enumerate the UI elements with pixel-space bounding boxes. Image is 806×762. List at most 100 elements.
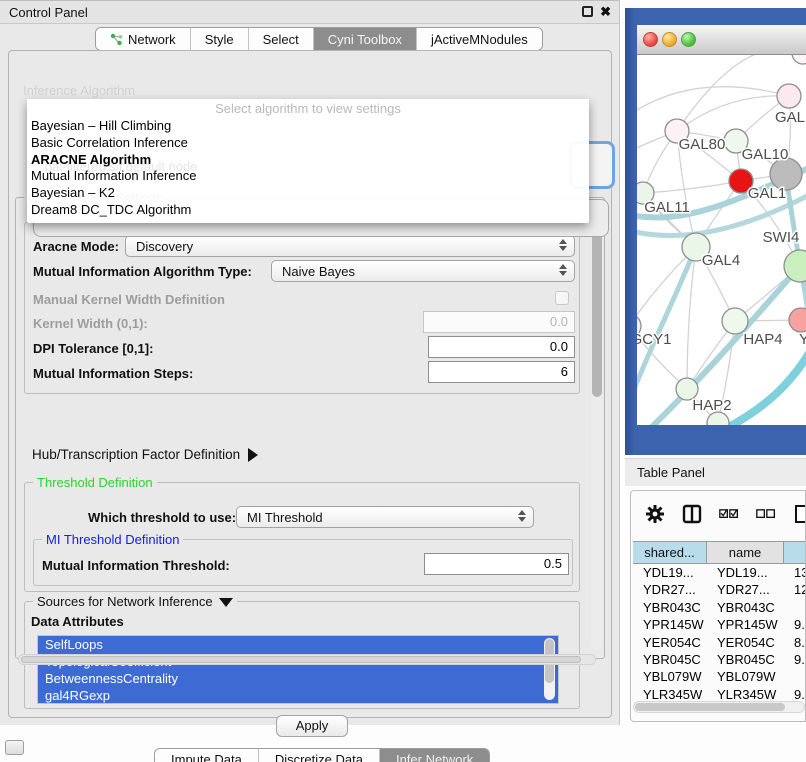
tab-infer-network[interactable]: Infer Network xyxy=(380,749,489,762)
table-cell: YDL19... xyxy=(707,564,784,581)
network-node-label: HAP4 xyxy=(743,331,782,348)
table-cell: YLR345W xyxy=(707,686,784,701)
table-cell: 13 xyxy=(784,564,806,581)
minimized-panel-icon[interactable] xyxy=(5,740,24,755)
table-row[interactable]: YBR045CYBR045C9. xyxy=(633,651,806,668)
tab-select[interactable]: Select xyxy=(249,28,314,50)
network-node-label: GAL80 xyxy=(679,136,726,153)
network-edge xyxy=(677,96,789,131)
tab-cyni-toolbox[interactable]: Cyni Toolbox xyxy=(314,28,417,50)
table-row[interactable]: YLR345WYLR345W9. xyxy=(633,686,806,701)
dpi-tolerance-field[interactable]: 0.0 xyxy=(428,336,575,358)
network-node-label: SWI4 xyxy=(763,229,800,246)
which-threshold-combo[interactable]: MI Threshold xyxy=(236,506,534,528)
data-attribute-item[interactable]: SelfLoops xyxy=(38,636,558,653)
tab-network[interactable]: Network xyxy=(96,28,191,50)
table-cell: YER054C xyxy=(707,634,784,651)
bottom-tab-bar: Impute DataDiscretize DataInfer Network xyxy=(154,748,490,762)
float-window-icon[interactable] xyxy=(582,6,593,17)
network-node-y[interactable] xyxy=(789,308,806,332)
close-icon[interactable]: ✖ xyxy=(600,5,611,18)
mi-algorithm-type-combo[interactable]: Naive Bayes xyxy=(271,260,575,282)
table-cell: YLR345W xyxy=(633,686,707,701)
network-view-window: GALGAL80GAL10GAL1GAL11SWI4GAL4GCY1HAP4YH… xyxy=(625,8,806,455)
network-node-label: GAL10 xyxy=(742,146,789,163)
table-cell: YPR145W xyxy=(707,616,784,633)
table-row[interactable]: YBL079WYBL079W xyxy=(633,668,806,685)
table-row[interactable]: YDL19...YDL19...13 xyxy=(633,564,806,581)
kernel-width-label: Kernel Width (0,1): xyxy=(33,316,148,331)
network-node-label: GAL4 xyxy=(702,252,740,269)
column-header-shared[interactable]: shared... xyxy=(633,542,707,563)
mi-steps-field[interactable]: 6 xyxy=(428,361,575,383)
minimize-traffic-light-icon[interactable] xyxy=(662,32,677,47)
app-stage: Control Panel ✖ NetworkStyleSelectCyni T… xyxy=(0,0,806,762)
table-toolbar xyxy=(631,491,805,537)
zoom-traffic-light-icon[interactable] xyxy=(681,32,696,47)
column-header-a[interactable]: A xyxy=(784,542,806,563)
network-canvas[interactable]: GALGAL80GAL10GAL1GAL11SWI4GAL4GCY1HAP4YH… xyxy=(637,55,806,425)
table-row[interactable]: YBR043CYBR043C xyxy=(633,599,806,616)
column-header-name[interactable]: name xyxy=(707,542,784,563)
network-edge-highlighted xyxy=(725,350,806,425)
close-traffic-light-icon[interactable] xyxy=(643,32,658,47)
table-cell: YDR27... xyxy=(633,581,707,598)
data-attributes-list: SelfLoopsTopologicalCoefficientBetweenne… xyxy=(37,635,559,704)
algorithm-placeholder: Select algorithm to view settings xyxy=(27,101,589,118)
mi-threshold-label: Mutual Information Threshold: xyxy=(42,558,230,573)
collapse-arrow-icon xyxy=(219,598,233,607)
checked-columns-icon[interactable] xyxy=(719,504,739,524)
cyni-toolbox-panel: Inference Algorithm gal-filtered.sif def… xyxy=(8,50,612,718)
table-row[interactable]: YER054CYER054C8. xyxy=(633,634,806,651)
settings-vertical-scrollbar[interactable] xyxy=(591,202,603,650)
expand-arrow-icon xyxy=(248,448,258,462)
hub-definition-toggle[interactable]: Hub/Transcription Factor Definition xyxy=(32,447,258,462)
apply-button[interactable]: Apply xyxy=(276,715,348,737)
network-node[interactable] xyxy=(792,55,806,64)
table-cell: YPR145W xyxy=(633,616,707,633)
ghost-inference-algorithm-label: Inference Algorithm xyxy=(23,83,135,98)
control-panel-titlebar: Control Panel ✖ xyxy=(0,1,619,24)
manual-kernel-label: Manual Kernel Width Definition xyxy=(33,292,225,307)
control-panel-window: Control Panel ✖ NetworkStyleSelectCyni T… xyxy=(0,0,620,725)
algorithm-option[interactable]: Dream8 DC_TDC Algorithm xyxy=(27,202,589,219)
tab-jactivemnodules[interactable]: jActiveMNodules xyxy=(417,28,542,50)
new-table-icon[interactable] xyxy=(793,504,806,524)
aracne-mode-combo[interactable]: Discovery xyxy=(125,235,575,257)
algorithm-option[interactable]: Basic Correlation Inference xyxy=(27,135,589,152)
algorithm-option[interactable]: Bayesian – K2 xyxy=(27,185,589,202)
table-cell: 9. xyxy=(784,686,806,701)
data-attribute-item[interactable]: BetweennessCentrality xyxy=(38,670,558,687)
combo-stepper-icon xyxy=(559,239,567,251)
network-node-label: GAL1 xyxy=(748,185,786,202)
algorithm-option[interactable]: Bayesian – Hill Climbing xyxy=(27,118,589,135)
mi-threshold-definition-group: MI Threshold Definition Mutual Informati… xyxy=(33,539,573,586)
threshold-definition-group: Threshold Definition Which threshold to … xyxy=(24,482,580,592)
mi-threshold-field[interactable]: 0.5 xyxy=(424,553,569,575)
network-node-gal[interactable] xyxy=(777,84,801,108)
control-panel-tab-bar: NetworkStyleSelectCyni ToolboxjActiveMNo… xyxy=(95,27,543,51)
unchecked-columns-icon[interactable] xyxy=(756,504,776,524)
attribute-table: shared...nameA YDL19...YDL19...13YDR27..… xyxy=(633,541,806,701)
tab-style[interactable]: Style xyxy=(191,28,249,50)
combo-stepper-icon xyxy=(518,510,526,522)
ghost-default-node-label: gal-filtered.sif default node xyxy=(45,159,197,174)
attributes-scrollbar[interactable] xyxy=(544,638,555,700)
settings-horizontal-scrollbar[interactable] xyxy=(18,654,596,665)
table-cell: 9. xyxy=(784,616,806,633)
table-row[interactable]: YDR27...YDR27...12 xyxy=(633,581,806,598)
data-attribute-item[interactable]: gal4RGexp xyxy=(38,687,558,704)
tab-discretize-data[interactable]: Discretize Data xyxy=(259,749,380,762)
table-horizontal-scrollbar[interactable] xyxy=(633,701,805,713)
combo-stepper-icon xyxy=(559,264,567,276)
network-node-label: HAP2 xyxy=(692,397,731,414)
sources-group-title[interactable]: Sources for Network Inference xyxy=(33,594,237,609)
algorithm-definition-group: Algorithm Definition Aracne Mode: Discov… xyxy=(24,222,580,394)
network-node-label: GCY1 xyxy=(637,331,671,348)
gear-icon[interactable] xyxy=(645,504,665,524)
tab-impute-data[interactable]: Impute Data xyxy=(155,749,259,762)
split-panel-icon[interactable] xyxy=(682,504,702,524)
table-panel-window: shared...nameA YDL19...YDL19...13YDR27..… xyxy=(630,490,806,722)
table-row[interactable]: YPR145WYPR145W9. xyxy=(633,616,806,633)
kernel-width-field: 0.0 xyxy=(423,311,575,333)
